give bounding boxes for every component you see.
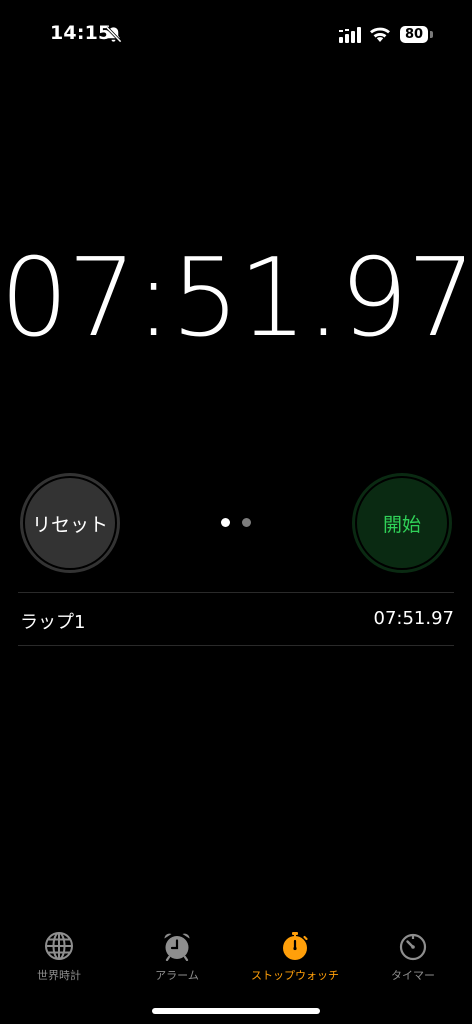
bell-slash-icon <box>105 26 122 43</box>
home-indicator[interactable] <box>152 1008 320 1014</box>
lap-divider-bottom <box>18 645 454 646</box>
battery-nub <box>430 31 433 38</box>
timer-icon <box>399 933 427 961</box>
tab-label: タイマー <box>391 969 435 982</box>
page-dot-active <box>221 518 230 527</box>
tab-stopwatch[interactable]: ストップウォッチ <box>236 925 354 995</box>
page-indicator[interactable] <box>220 518 254 528</box>
lap-divider-top <box>18 592 454 593</box>
tab-world-clock[interactable]: 世界時計 <box>0 925 118 995</box>
tab-label: アラーム <box>155 969 199 982</box>
start-button-label: 開始 <box>382 513 421 536</box>
lap-label: ラップ1 <box>20 612 86 633</box>
tab-label: 世界時計 <box>37 969 81 982</box>
stopwatch-icon <box>283 932 308 960</box>
stopwatch-elapsed-time: 07:51.97 <box>0 236 472 361</box>
start-button[interactable]: 開始 <box>352 473 452 573</box>
tab-bar: 世界時計 アラーム ストップウォッチ タイマー <box>0 925 472 995</box>
status-bar: 14:15 80 <box>0 0 472 70</box>
wifi-icon <box>370 27 390 42</box>
tab-label: ストップウォッチ <box>251 969 339 982</box>
tab-timer[interactable]: タイマー <box>354 925 472 995</box>
cellular-signal-icon <box>339 27 361 43</box>
globe-icon <box>45 932 73 960</box>
lap-row: ラップ1 07:51.97 <box>18 594 454 644</box>
page-dot-inactive <box>242 518 251 527</box>
tab-alarm[interactable]: アラーム <box>118 925 236 995</box>
lap-time: 07:51.97 <box>373 608 455 629</box>
reset-button-label: リセット <box>31 513 108 536</box>
status-time: 14:15 <box>50 22 112 44</box>
alarm-clock-icon <box>164 933 190 961</box>
battery-icon: 80 <box>400 26 428 43</box>
reset-button[interactable]: リセット <box>20 473 120 573</box>
